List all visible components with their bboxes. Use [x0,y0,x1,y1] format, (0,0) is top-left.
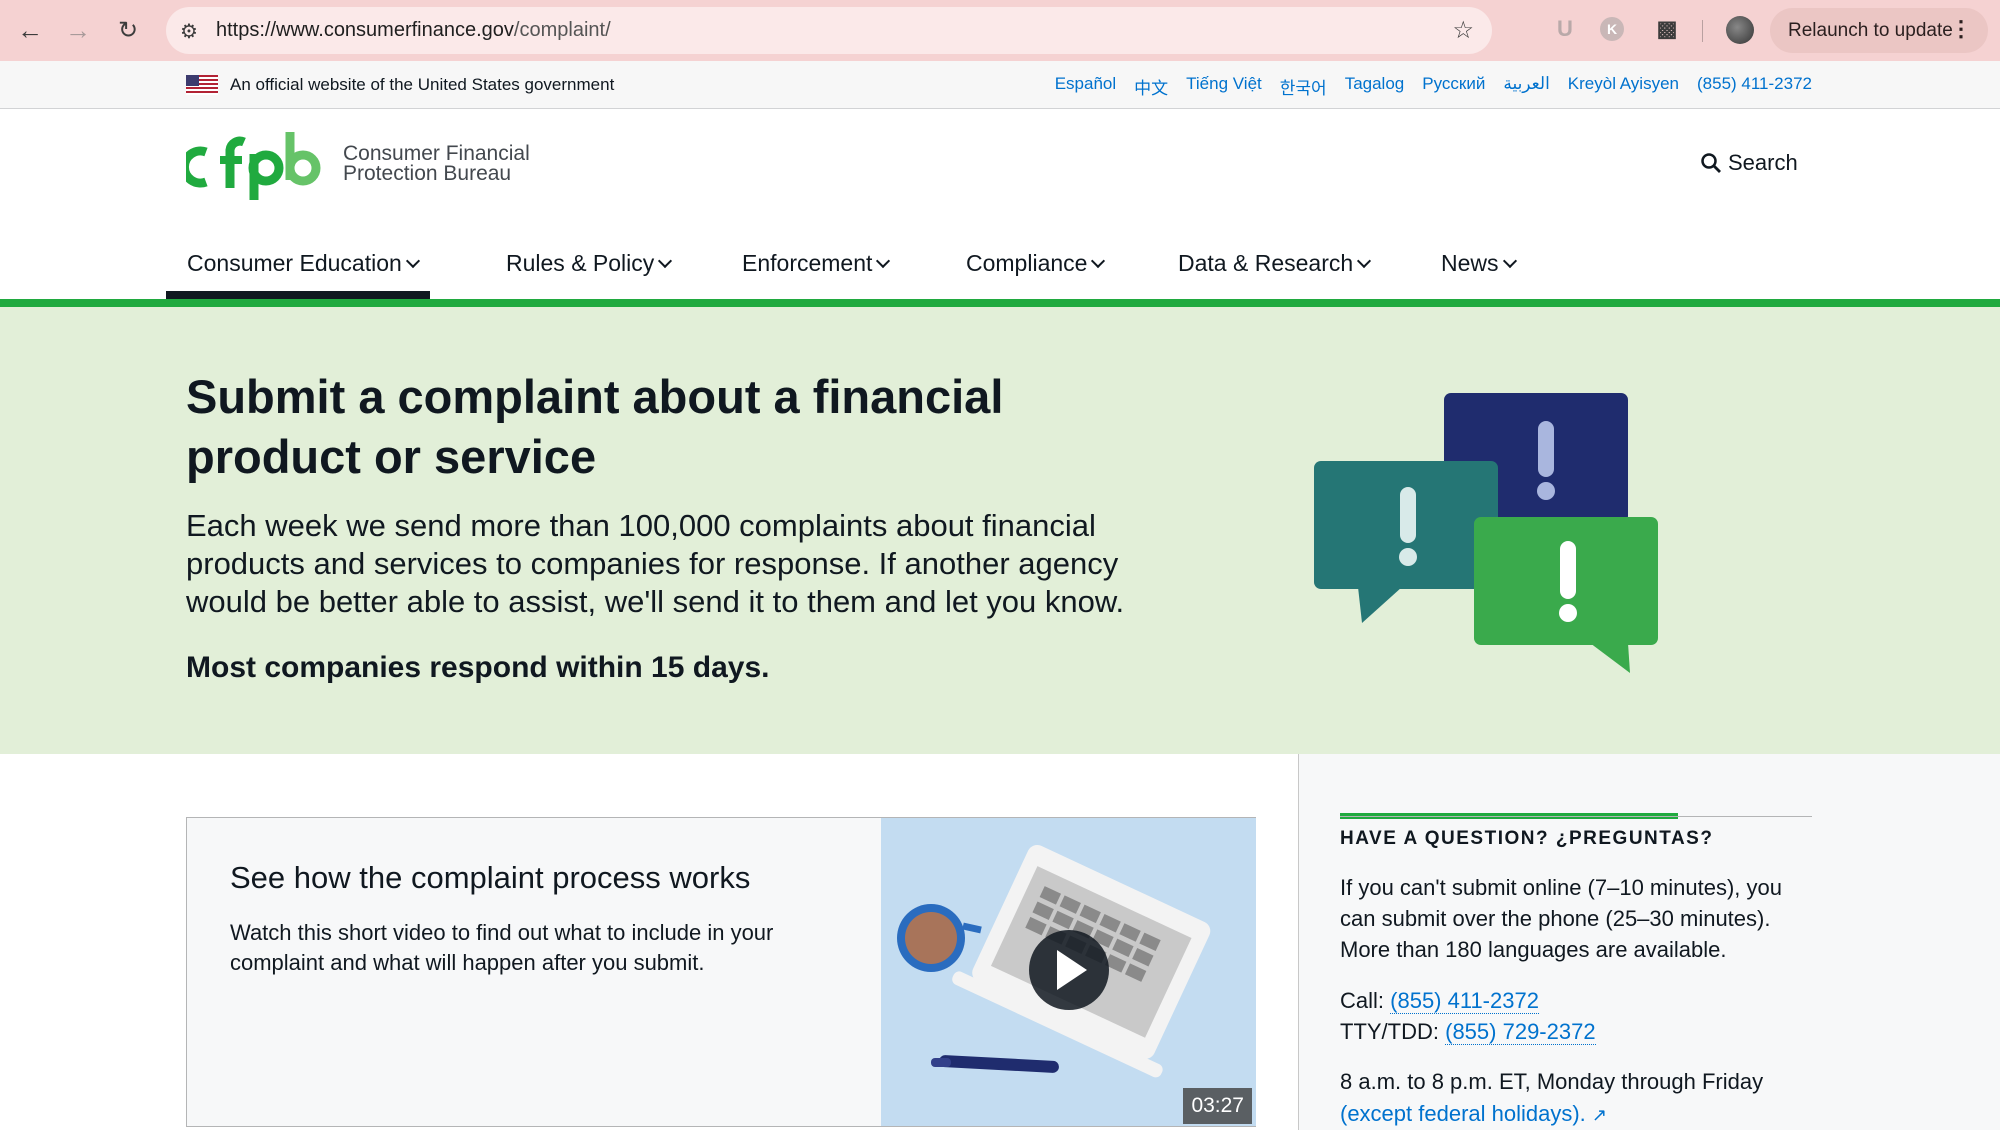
extensions-puzzle-icon[interactable]: ▩ [1652,14,1682,44]
video-card: See how the complaint process works Watc… [186,817,1256,1127]
tty-label: TTY/TDD: [1340,1019,1439,1044]
chevron-down-icon [1091,253,1106,269]
reload-icon[interactable]: ↻ [112,14,144,46]
nav-enforcement[interactable]: Enforcement [742,250,891,277]
search-icon [1701,153,1721,173]
site-settings-icon[interactable]: ⚙ [180,19,198,44]
lang-espanol-link[interactable]: Español [1055,74,1116,99]
video-card-title: See how the complaint process works [230,860,751,895]
relaunch-label: Relaunch to update [1788,19,1953,41]
lang-arabic-link[interactable]: العربية [1503,74,1549,99]
nav-data-research[interactable]: Data & Research [1178,250,1372,277]
gov-banner: An official website of the United States… [0,61,2000,109]
column-divider [1298,754,1299,1130]
nav-consumer-education[interactable]: Consumer Education [187,250,420,277]
logo-line-2: Protection Bureau [343,162,512,185]
search-button[interactable]: Search [1700,150,1798,176]
video-player[interactable]: 03:27 [881,818,1256,1126]
sidebar-body-text: If you can't submit online (7–10 minutes… [1340,875,1782,962]
nav-compliance[interactable]: Compliance [966,250,1106,277]
extension-k-icon[interactable]: K [1600,17,1624,41]
gov-banner-text: An official website of the United States… [230,75,615,94]
nav-rules-policy[interactable]: Rules & Policy [506,250,673,277]
hero-emphasis-text: Most companies respond within 15 days. [186,651,770,684]
chevron-down-icon [1357,253,1372,269]
profile-avatar[interactable] [1726,16,1754,44]
call-label: Call: [1340,988,1385,1013]
sidebar-heading: HAVE A QUESTION? ¿PREGUNTAS? [1340,828,1714,849]
sidebar-rule [1340,816,1812,817]
lang-korean-link[interactable]: 한국어 [1280,74,1327,99]
logo-line-1: Consumer Financial [343,142,530,165]
lang-chinese-link[interactable]: 中文 [1134,74,1168,99]
page-title: Submit a complaint about a financial pro… [186,370,1004,483]
contact-hours: 8 a.m. to 8 p.m. ET, Monday through Frid… [1340,1066,1763,1131]
speech-bubbles-illustration [1314,393,1658,673]
language-links: Español 中文 Tiếng Việt 한국어 Tagalog Русски… [1037,74,1812,99]
contact-phones: Call: (855) 411-2372 TTY/TDD: (855) 729-… [1340,985,1596,1047]
forward-icon[interactable]: → [62,14,94,46]
lang-russian-link[interactable]: Русский [1422,74,1485,99]
video-card-description: Watch this short video to find out what … [230,920,774,975]
url-text[interactable]: https://www.consumerfinance.gov/complain… [216,19,611,42]
header-green-rule [0,299,2000,307]
chevron-down-icon [876,253,891,269]
video-thumbnail-illustration [897,844,1211,1078]
menu-dots-icon: ⋮ [1950,16,1972,41]
relaunch-button[interactable]: Relaunch to update ⋮ [1770,8,1988,53]
nav-active-indicator [166,291,430,299]
search-label: Search [1728,150,1798,175]
lang-tagalog-link[interactable]: Tagalog [1345,74,1405,99]
call-number-link[interactable]: (855) 411-2372 [1390,988,1539,1014]
address-bar[interactable]: ⚙ https://www.consumerfinance.gov/compla… [166,7,1492,54]
nav-news[interactable]: News [1441,250,1517,277]
lang-vietnamese-link[interactable]: Tiếng Việt [1186,74,1262,99]
chevron-down-icon [1502,253,1517,269]
chevron-down-icon [405,253,420,269]
external-link-icon: ↗ [1591,1105,1608,1125]
holidays-link[interactable]: (except federal holidays). [1340,1101,1586,1126]
hours-text: 8 a.m. to 8 p.m. ET, Monday through Frid… [1340,1069,1764,1094]
phone-link[interactable]: (855) 411-2372 [1697,74,1812,99]
extension-u-icon[interactable]: U [1550,14,1580,44]
back-icon[interactable]: ← [14,14,46,46]
tty-number-link[interactable]: (855) 729-2372 [1445,1019,1596,1045]
bookmark-star-icon[interactable]: ☆ [1452,16,1474,45]
hero-lead-text: Each week we send more than 100,000 comp… [186,508,1125,619]
logo-wordmark[interactable]: Consumer Financial Protection Bureau [343,142,530,185]
lang-haitian-creole-link[interactable]: Kreyòl Ayisyen [1568,74,1679,99]
video-duration: 03:27 [1183,1088,1252,1124]
browser-toolbar: ← → ↻ ⚙ https://www.consumerfinance.gov/… [0,0,2000,61]
us-flag-icon [186,75,218,95]
cfpb-logo-icon[interactable] [186,128,326,200]
chevron-down-icon [658,253,673,269]
toolbar-separator [1702,20,1703,42]
hero-section: Submit a complaint about a financial pro… [0,307,2000,754]
